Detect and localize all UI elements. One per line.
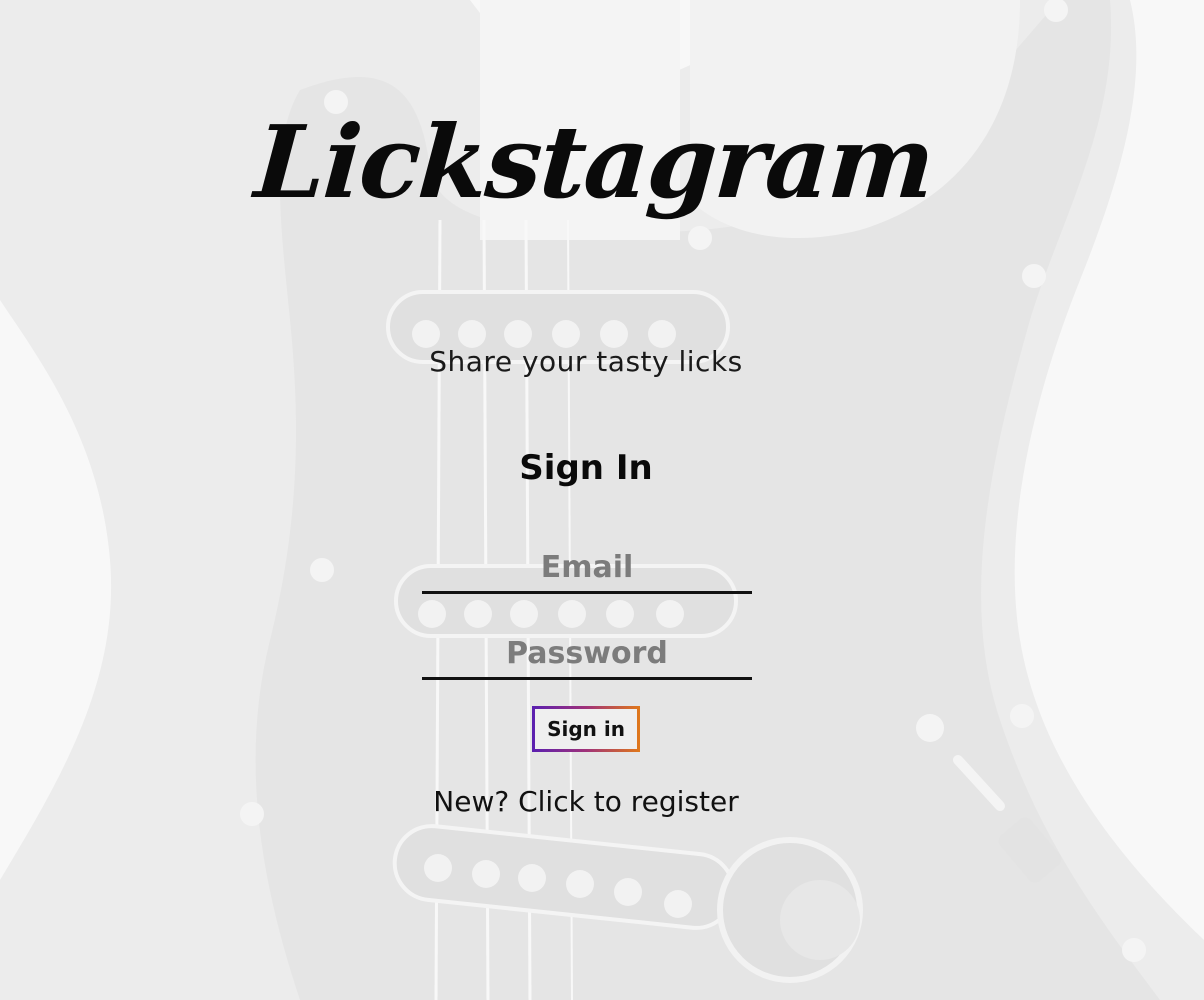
sign-in-button[interactable]: Sign in: [532, 706, 640, 752]
email-field[interactable]: [422, 543, 752, 594]
register-link[interactable]: New? Click to register: [0, 785, 1172, 818]
sign-in-heading: Sign In: [519, 448, 653, 488]
password-field[interactable]: [422, 629, 752, 680]
app-logo: Lickstagram: [251, 103, 937, 221]
tagline: Share your tasty licks: [429, 345, 743, 378]
sign-in-button-label: Sign in: [535, 709, 637, 749]
sign-in-content: Lickstagram Share your tasty licks Sign …: [0, 0, 1204, 1000]
sign-in-page: Lickstagram Share your tasty licks Sign …: [0, 0, 1204, 1000]
